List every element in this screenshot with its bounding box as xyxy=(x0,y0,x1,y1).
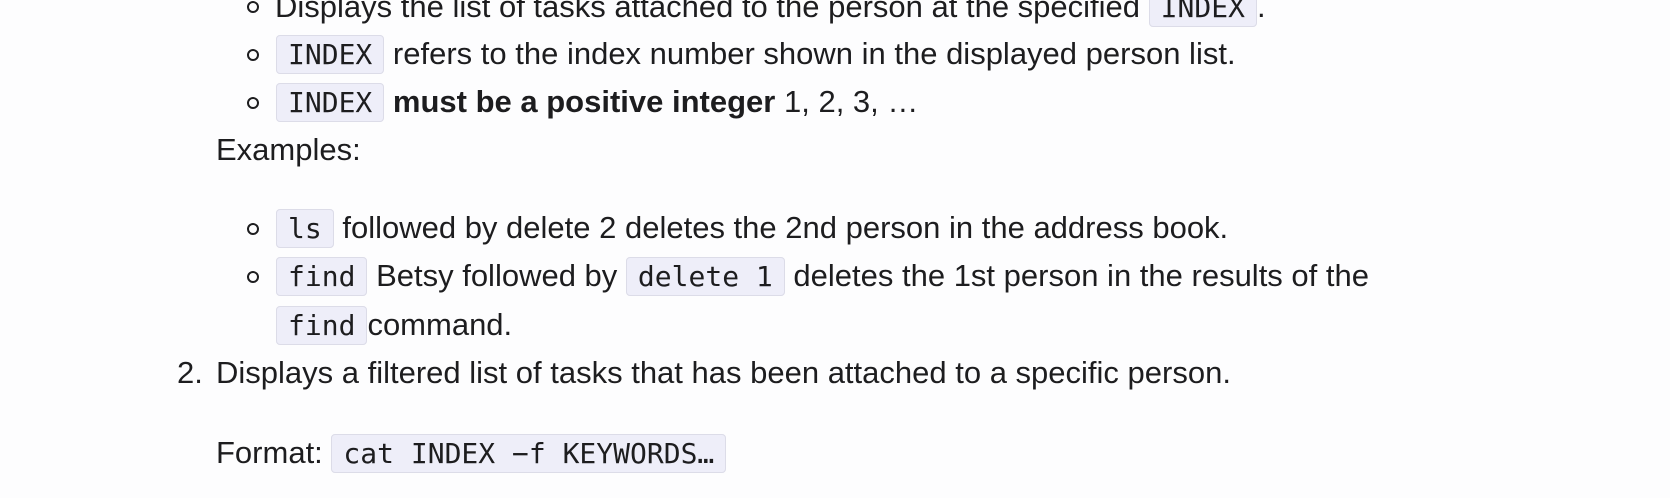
list-number: 2. xyxy=(177,355,203,390)
example-item-continuation: find command. xyxy=(276,305,512,346)
item-text: refers to the index number shown in the … xyxy=(392,36,1236,71)
examples-label: Examples: xyxy=(216,132,361,167)
code-find: find xyxy=(276,306,368,345)
list-item-description: Displays the list of tasks attached to t… xyxy=(275,0,1266,28)
example-text: command. xyxy=(367,307,513,342)
code-index: INDEX xyxy=(1148,0,1257,27)
example-text: deletes the 1st person in the results of… xyxy=(793,258,1369,293)
list-bullet xyxy=(247,271,259,283)
format-label: Format: xyxy=(216,435,323,470)
example-text: followed by delete 2 deletes the 2nd per… xyxy=(342,210,1229,245)
code-index: INDEX xyxy=(276,83,385,122)
bold-text: must be a positive integer xyxy=(392,84,776,119)
code-delete: delete 1 xyxy=(625,257,785,296)
list-item-description: Displays a filtered list of tasks that h… xyxy=(216,355,1231,390)
item-text: Displays the list of tasks attached to t… xyxy=(275,0,1141,24)
list-bullet xyxy=(247,97,259,109)
list-bullet xyxy=(247,223,259,235)
format-line: Format: cat INDEX −f KEYWORDS… xyxy=(216,433,727,474)
example-item: find Betsy followed by delete 1 deletes … xyxy=(276,256,1369,297)
example-item: ls followed by delete 2 deletes the 2nd … xyxy=(276,208,1228,249)
item-tail: . xyxy=(1256,0,1266,24)
code-ls: ls xyxy=(276,209,334,248)
code-format: cat INDEX −f KEYWORDS… xyxy=(331,434,727,473)
example-text: Betsy followed by xyxy=(376,258,618,293)
list-item-index-positive: INDEX must be a positive integer 1, 2, 3… xyxy=(276,82,918,123)
code-index: INDEX xyxy=(276,35,385,74)
list-item-index-ref: INDEX refers to the index number shown i… xyxy=(276,34,1236,75)
list-bullet xyxy=(247,49,259,61)
item-text: 1, 2, 3, … xyxy=(783,84,919,119)
list-bullet xyxy=(247,1,259,13)
code-find: find xyxy=(276,257,368,296)
